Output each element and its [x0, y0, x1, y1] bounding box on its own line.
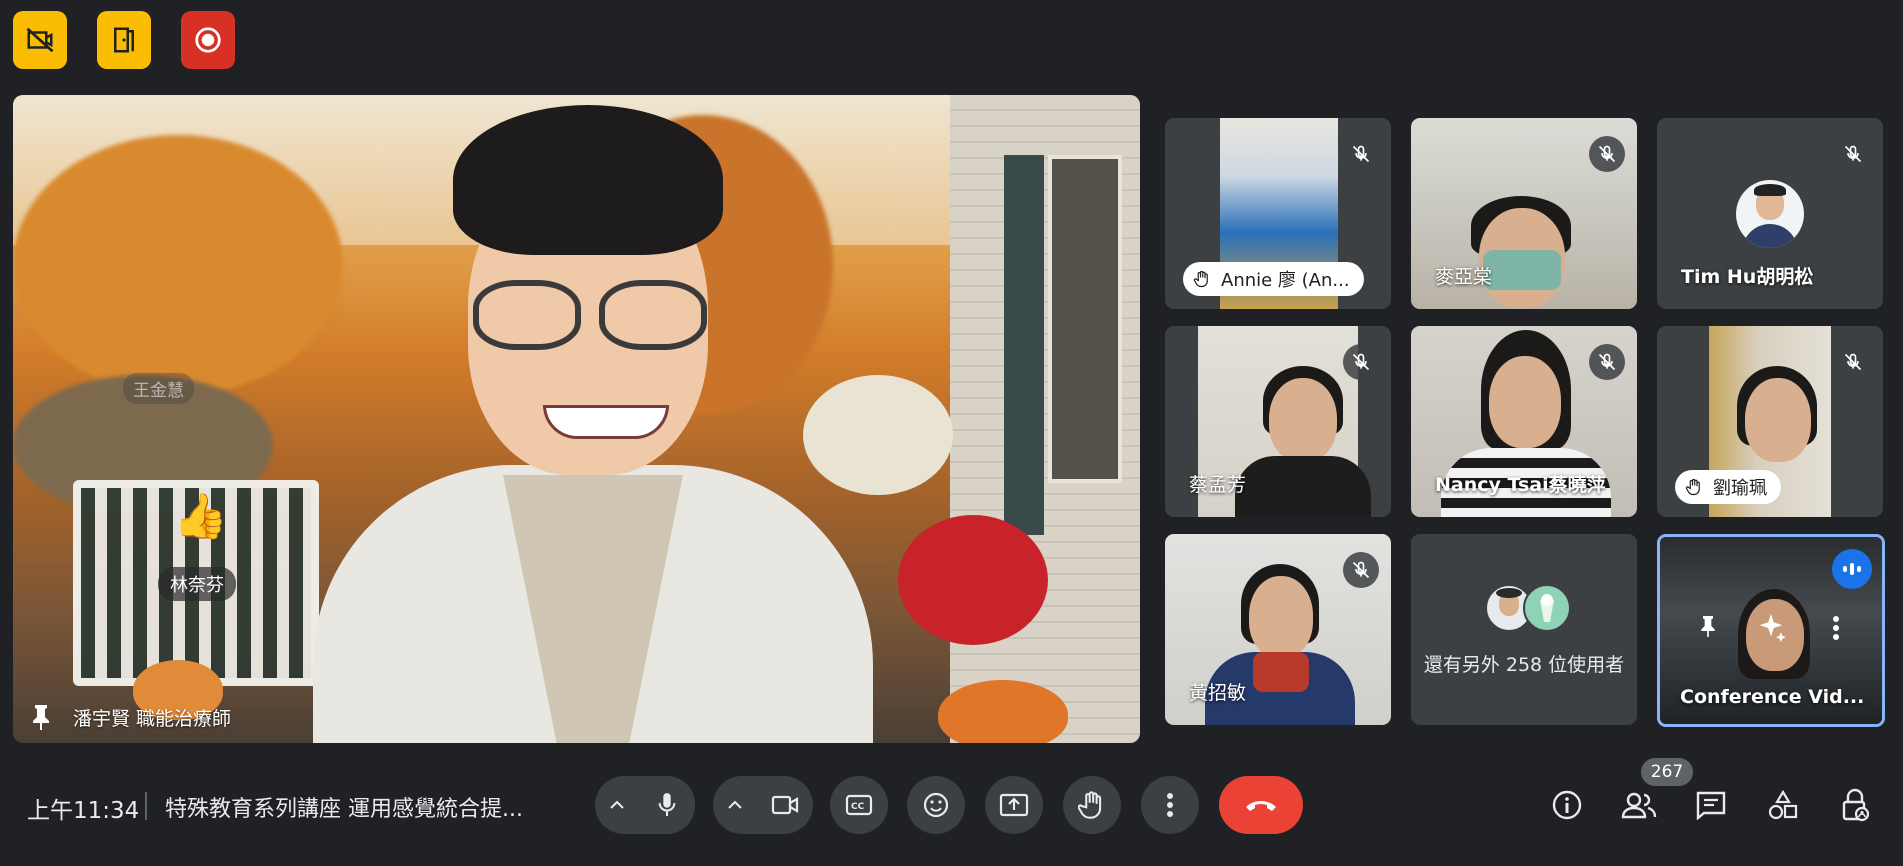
participant-mask [1483, 250, 1561, 290]
audio-settings-chevron-up-icon[interactable] [595, 776, 639, 834]
host-controls-button[interactable] [1826, 776, 1884, 834]
speaking-indicator-icon [1832, 549, 1872, 589]
speaker-label: 潘宇賢 職能治療師 [27, 703, 231, 731]
more-options-icon[interactable] [1832, 615, 1840, 645]
avatar [1736, 180, 1804, 248]
video-settings-chevron-up-icon[interactable] [713, 776, 757, 834]
recording-button[interactable] [181, 11, 235, 69]
mic-off-icon [1343, 136, 1379, 172]
raise-hand-icon [1685, 478, 1700, 496]
no-recording-indicator-button[interactable] [13, 11, 67, 69]
camera-button[interactable] [757, 776, 813, 834]
divider [145, 792, 147, 820]
chat-button[interactable] [1682, 776, 1740, 834]
participant-name: Annie 廖 (An... [1221, 270, 1350, 291]
door-exit-icon [114, 27, 134, 53]
mic-off-icon [1343, 344, 1379, 380]
record-icon [195, 27, 221, 53]
participant-scarf [1253, 652, 1309, 692]
audio-control-group [595, 776, 695, 834]
mic-off-icon [1835, 136, 1871, 172]
meeting-details-button[interactable] [1538, 776, 1596, 834]
camera-icon [771, 795, 799, 815]
pin-icon[interactable] [27, 703, 55, 731]
participant-name: 劉瑜珮 [1713, 478, 1767, 499]
ghost-participant-name: 王金慧 [123, 373, 194, 404]
participant-tile-6[interactable]: 劉瑜珮 [1657, 326, 1883, 517]
raise-hand-button[interactable] [1063, 776, 1121, 834]
participant-name: 麥亞棠 [1435, 266, 1493, 288]
mic-off-icon [1589, 136, 1625, 172]
participant-name: 蔡孟芳 [1189, 474, 1247, 496]
participant-tile-nancy[interactable]: Nancy Tsai蔡曉萍 [1411, 326, 1637, 517]
more-participants-tile[interactable]: 還有另外 258 位使用者 [1411, 534, 1637, 725]
background-pumpkin [938, 680, 1068, 743]
mic-off-icon [1343, 552, 1379, 588]
reaction-sender-name: 林奈芬 [158, 567, 236, 601]
participant-name: Tim Hu胡明松 [1681, 266, 1814, 288]
speaker-name: 潘宇賢 職能治療師 [73, 707, 232, 730]
speaker-smile [543, 405, 669, 439]
meeting-title: 特殊教育系列講座 運用感覺統合提... [165, 797, 523, 822]
background-red-flowers [898, 515, 1048, 645]
people-icon [1621, 792, 1657, 819]
participant-name: 黃招敏 [1189, 682, 1247, 704]
participant-tile-2[interactable]: 麥亞棠 [1411, 118, 1637, 309]
microphone-button[interactable] [639, 776, 695, 834]
hang-up-icon [1246, 801, 1276, 811]
speaker-hair [453, 105, 723, 255]
participant-tile-tim[interactable]: Tim Hu胡明松 [1657, 118, 1883, 309]
participant-face [1489, 356, 1561, 448]
self-view-tile[interactable]: Conference Vid... [1657, 534, 1885, 727]
pin-icon[interactable] [1698, 613, 1718, 643]
background-shutter [1004, 155, 1044, 535]
info-icon [1552, 790, 1582, 820]
background-window [1048, 155, 1122, 483]
participant-face [1745, 378, 1811, 462]
participant-shirt [1235, 456, 1371, 517]
leave-indicator-button[interactable] [97, 11, 151, 69]
mic-off-icon [1589, 344, 1625, 380]
more-options-icon [1167, 793, 1173, 817]
emoji-reaction-button[interactable] [907, 776, 965, 834]
activities-icon [1768, 789, 1798, 820]
raise-hand-icon [1193, 270, 1208, 288]
mic-icon [658, 793, 676, 816]
more-participants-label: 還有另外 258 位使用者 [1423, 654, 1625, 676]
host-controls-icon [1842, 788, 1870, 822]
raised-hand-name-pill: 劉瑜珮 [1675, 470, 1781, 504]
no-video-recording-icon [26, 27, 54, 53]
chat-icon [1696, 791, 1726, 820]
captions-button[interactable]: CC [830, 776, 888, 834]
participant-name: Nancy Tsai蔡曉萍 [1435, 474, 1606, 496]
svg-text:CC: CC [851, 802, 865, 812]
visual-effects-icon[interactable] [1754, 611, 1788, 649]
participant-name: Conference Vid... [1680, 686, 1865, 708]
participant-face [1269, 378, 1337, 462]
participant-tile-4[interactable]: 蔡孟芳 [1165, 326, 1391, 517]
speaker-video [273, 105, 913, 743]
leave-call-button[interactable] [1219, 776, 1303, 834]
avatar [1523, 584, 1571, 632]
activities-button[interactable] [1754, 776, 1812, 834]
thumbs-up-reaction: 👍 [173, 491, 228, 542]
captions-icon: CC [845, 794, 873, 816]
present-screen-button[interactable] [985, 776, 1043, 834]
meeting-time: 上午11:34 [27, 798, 140, 824]
mic-off-icon [1835, 344, 1871, 380]
raised-hand-name-pill: Annie 廖 (An... [1183, 262, 1364, 296]
raise-hand-icon [1078, 791, 1102, 819]
present-icon [999, 793, 1029, 817]
participant-face [1249, 576, 1313, 658]
camera-control-group [713, 776, 813, 834]
participant-tile-7[interactable]: 黃招敏 [1165, 534, 1391, 725]
main-speaker-tile[interactable]: 王金慧 👍 林奈芬 潘宇賢 職能治療師 [13, 95, 1140, 743]
speaker-glasses [473, 280, 707, 350]
participant-tile-annie[interactable]: Annie 廖 (An... [1165, 118, 1391, 309]
emoji-icon [923, 792, 949, 818]
more-options-button[interactable] [1141, 776, 1199, 834]
